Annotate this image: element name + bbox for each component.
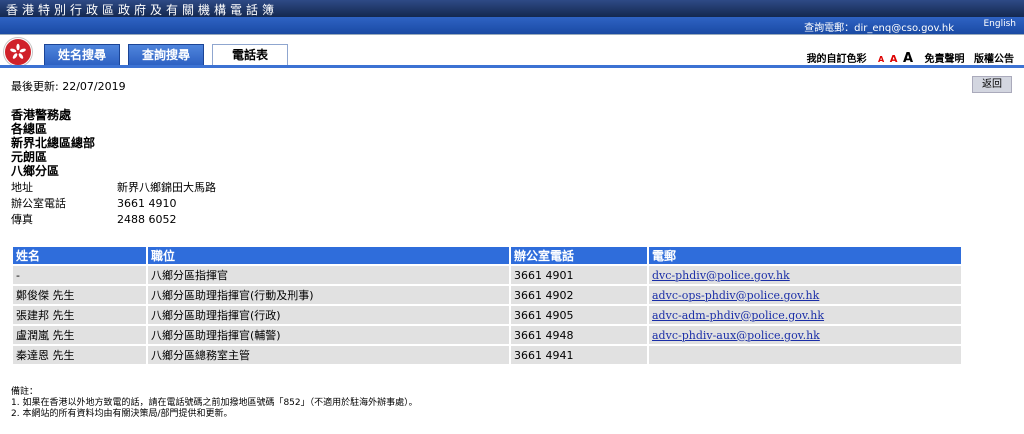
site-title-bar: 香港特別行政區政府及有關機構電話簿 xyxy=(0,0,1024,17)
inquiry-email-link[interactable]: 查詢電郵：dir_enq@cso.gov.hk xyxy=(804,19,954,34)
hksar-emblem-icon[interactable] xyxy=(4,38,32,66)
back-button[interactable]: 返回 xyxy=(972,76,1012,93)
cell-phone: 3661 4941 xyxy=(511,346,647,364)
office-info: 地址 新界八鄉錦田大馬路 辦公室電話 3661 4910 傳真 2488 6052 xyxy=(11,180,216,228)
info-row-fax: 傳真 2488 6052 xyxy=(11,212,216,228)
cell-name: 盧潤嵐 先生 xyxy=(13,326,146,344)
info-label: 辦公室電話 xyxy=(11,197,66,210)
cell-name: 秦達恩 先生 xyxy=(13,346,146,364)
tab-name-search[interactable]: 姓名搜尋 xyxy=(44,44,120,66)
column-header-name: 姓名 xyxy=(13,247,146,264)
column-header-phone: 辦公室電話 xyxy=(511,247,647,264)
cell-phone: 3661 4902 xyxy=(511,286,647,304)
cell-email xyxy=(649,346,961,364)
table-row: - 八鄉分區指揮官 3661 4901 dvc-phdiv@police.gov… xyxy=(13,266,961,284)
info-row-phone: 辦公室電話 3661 4910 xyxy=(11,196,216,212)
org-level-3: 新界北總區總部 xyxy=(11,136,96,150)
table-row: 秦達恩 先生 八鄉分區總務室主管 3661 4941 xyxy=(13,346,961,364)
org-hierarchy: 香港警務處 各總區 新界北總區總部 元朗區 八鄉分區 xyxy=(11,108,95,178)
font-size-small[interactable]: A xyxy=(878,55,884,64)
toolbar-links: 我的自訂色彩 A A A 免責聲明 版權公告 xyxy=(799,50,1014,66)
tab-enquiry-search[interactable]: 查詢搜尋 xyxy=(128,44,204,66)
cell-position: 八鄉分區助理指揮官(行政) xyxy=(148,306,509,324)
table-row: 鄭俊傑 先生 八鄉分區助理指揮官(行動及刑事) 3661 4902 advc-o… xyxy=(13,286,961,304)
cell-name: - xyxy=(13,266,146,284)
cell-email: advc-phdiv-aux@police.gov.hk xyxy=(649,326,961,344)
org-level-4: 元朗區 xyxy=(11,150,48,164)
english-link[interactable]: English xyxy=(984,19,1017,29)
cell-email: advc-ops-phdiv@police.gov.hk xyxy=(649,286,961,304)
cell-position: 八鄉分區總務室主管 xyxy=(148,346,509,364)
last-updated: 最後更新: 22/07/2019 xyxy=(11,80,126,93)
cell-position: 八鄉分區助理指揮官(行動及刑事) xyxy=(148,286,509,304)
notes: 備註： 1. 如果在香港以外地方致電的話，請在電話號碼之前加撥地區號碼「852」… xyxy=(11,387,418,420)
cell-name: 張建邦 先生 xyxy=(13,306,146,324)
info-row-address: 地址 新界八鄉錦田大馬路 xyxy=(11,180,216,196)
table-row: 張建邦 先生 八鄉分區助理指揮官(行政) 3661 4905 advc-adm-… xyxy=(13,306,961,324)
table-header-row: 姓名 職位 辦公室電話 電郵 xyxy=(13,247,961,264)
cell-position: 八鄉分區指揮官 xyxy=(148,266,509,284)
site-title: 香港特別行政區政府及有關機構電話簿 xyxy=(6,3,279,17)
cell-phone: 3661 4905 xyxy=(511,306,647,324)
cell-email: advc-adm-phdiv@police.gov.hk xyxy=(649,306,961,324)
org-level-2: 各總區 xyxy=(11,122,48,136)
font-size-medium[interactable]: A xyxy=(890,54,898,65)
note-item: 1. 如果在香港以外地方致電的話，請在電話號碼之前加撥地區號碼「852」（不適用… xyxy=(11,398,418,408)
org-level-1: 香港警務處 xyxy=(11,108,72,122)
cell-email: dvc-phdiv@police.gov.hk xyxy=(649,266,961,284)
info-value: 3661 4910 xyxy=(117,197,177,210)
column-header-position: 職位 xyxy=(148,247,509,264)
info-value: 2488 6052 xyxy=(117,213,177,226)
email-link[interactable]: advc-adm-phdiv@police.gov.hk xyxy=(652,309,824,322)
tab-phone-list[interactable]: 電話表 xyxy=(212,44,288,66)
cell-position: 八鄉分區助理指揮官(輔警) xyxy=(148,326,509,344)
email-link[interactable]: dvc-phdiv@police.gov.hk xyxy=(652,269,790,282)
custom-color-link[interactable]: 我的自訂色彩 xyxy=(807,54,867,65)
staff-table: 姓名 職位 辦公室電話 電郵 - 八鄉分區指揮官 3661 4901 dvc-p… xyxy=(11,245,963,366)
email-link[interactable]: advc-phdiv-aux@police.gov.hk xyxy=(652,329,820,342)
cell-phone: 3661 4948 xyxy=(511,326,647,344)
column-header-email: 電郵 xyxy=(649,247,961,264)
info-value: 新界八鄉錦田大馬路 xyxy=(117,181,216,194)
table-row: 盧潤嵐 先生 八鄉分區助理指揮官(輔警) 3661 4948 advc-phdi… xyxy=(13,326,961,344)
copyright-link[interactable]: 版權公告 xyxy=(974,54,1014,65)
notes-title: 備註： xyxy=(11,387,39,397)
note-item: 2. 本網站的所有資料均由有關決策局/部門提供和更新。 xyxy=(11,409,233,419)
email-link[interactable]: advc-ops-phdiv@police.gov.hk xyxy=(652,289,819,302)
info-label: 傳真 xyxy=(11,213,33,226)
cell-name: 鄭俊傑 先生 xyxy=(13,286,146,304)
font-size-large[interactable]: A xyxy=(903,51,913,66)
info-label: 地址 xyxy=(11,181,33,194)
disclaimer-link[interactable]: 免責聲明 xyxy=(925,54,965,65)
header-bar: 查詢電郵：dir_enq@cso.gov.hk English xyxy=(0,17,1024,35)
cell-phone: 3661 4901 xyxy=(511,266,647,284)
org-level-5: 八鄉分區 xyxy=(11,164,60,178)
